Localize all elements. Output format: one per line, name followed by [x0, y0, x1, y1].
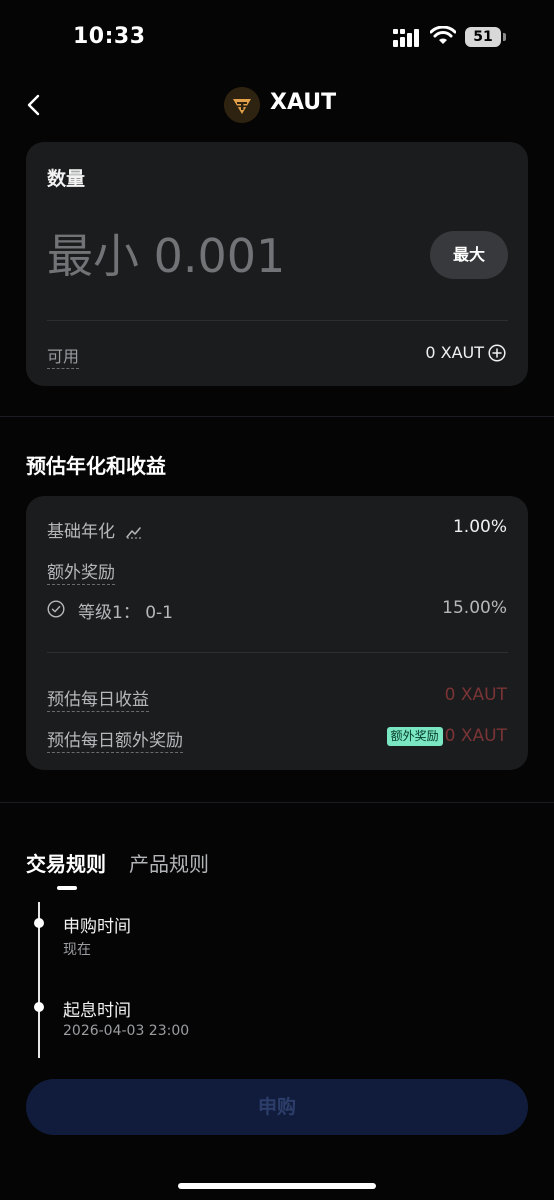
cellular-signal-icon	[393, 29, 419, 47]
battery-level: 51	[465, 27, 501, 47]
status-bar: 10:33 51	[0, 0, 554, 72]
interest-start-value: 2026-04-03 23:00	[63, 1023, 190, 1039]
subscribe-time-label: 申购时间	[63, 917, 131, 937]
divider	[47, 320, 508, 321]
interest-start-label: 起息时间	[63, 1001, 131, 1021]
extra-reward-label[interactable]: 额外奖励	[47, 558, 115, 585]
base-apr-label: 基础年化	[47, 522, 115, 542]
timeline-dot	[34, 1002, 44, 1012]
status-time: 10:33	[73, 24, 146, 49]
divider	[47, 652, 508, 653]
check-circle-icon	[47, 600, 65, 618]
amount-label: 数量	[47, 168, 86, 190]
amount-input[interactable]	[47, 224, 427, 288]
subscribe-button[interactable]: 申购	[26, 1079, 528, 1135]
yield-card: 基础年化 1.00% 额外奖励 等级1： 0-1 15.00% 预估每日收益 0…	[26, 496, 528, 770]
base-apr-value: 1.00%	[452, 517, 507, 537]
plus-circle-icon[interactable]	[488, 343, 506, 362]
trend-chart-icon[interactable]	[126, 525, 142, 539]
section-divider	[0, 802, 554, 803]
page-title: XAUT	[270, 90, 337, 115]
bonus-badge: 额外奖励	[386, 726, 443, 746]
battery-indicator: 51	[465, 27, 507, 47]
tier-value: 15.00%	[442, 598, 507, 618]
available-value: 0 XAUT	[425, 343, 484, 362]
battery-tip	[503, 33, 506, 41]
daily-earnings-value: 0 XAUT	[444, 685, 507, 705]
daily-bonus-value: 0 XAUT	[444, 726, 507, 746]
staking-subscribe-page: 10:33 51 XAUT 数量 最大	[0, 0, 554, 1200]
available-balance[interactable]: 0 XAUT	[425, 343, 506, 362]
wifi-icon	[430, 26, 456, 44]
tether-gold-icon	[224, 87, 260, 123]
tier-label: 等级1： 0-1	[78, 603, 173, 623]
back-arrow-icon[interactable]	[22, 90, 48, 120]
daily-bonus-label[interactable]: 预估每日额外奖励	[47, 726, 183, 753]
timeline-dot	[34, 918, 44, 928]
section-divider	[0, 416, 554, 417]
active-tab-indicator	[57, 886, 77, 890]
timeline-line	[38, 924, 40, 1058]
yield-section-title: 预估年化和收益	[26, 454, 166, 478]
subscribe-time-value: 现在	[63, 942, 91, 958]
max-button[interactable]: 最大	[430, 231, 508, 279]
tab-trading-rules[interactable]: 交易规则	[26, 848, 106, 877]
daily-earnings-label[interactable]: 预估每日收益	[47, 685, 149, 712]
tab-product-rules[interactable]: 产品规则	[129, 848, 209, 877]
home-indicator[interactable]	[178, 1183, 376, 1189]
base-apr-row: 基础年化	[47, 517, 142, 542]
amount-card: 数量 最大 可用 0 XAUT	[26, 142, 528, 386]
available-label[interactable]: 可用	[47, 343, 80, 369]
daily-bonus: 额外奖励 0 XAUT	[386, 726, 507, 746]
